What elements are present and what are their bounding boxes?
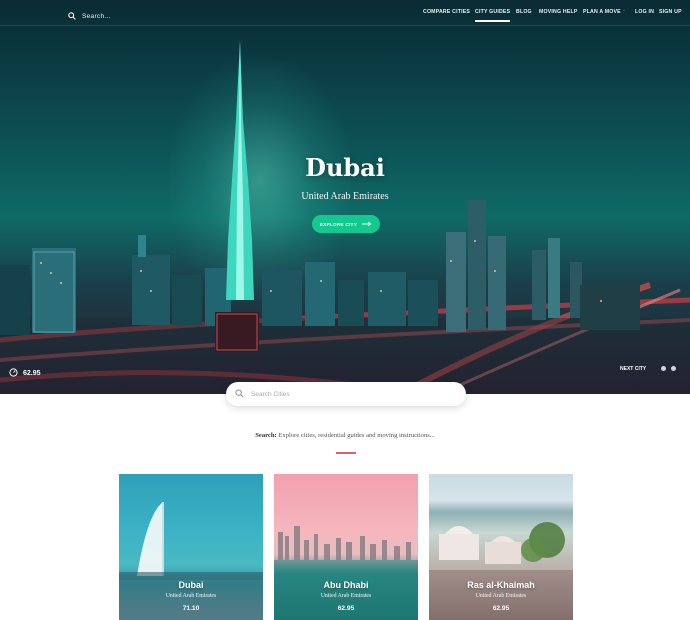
nav-compare-cities[interactable]: COMPARE CITIES xyxy=(423,9,470,15)
search-help-prefix: Search: xyxy=(255,432,277,439)
nav-search-label[interactable]: Search... xyxy=(82,13,111,20)
top-nav: Search... COMPARE CITIES CITY GUIDES BLO… xyxy=(0,0,690,26)
gauge-icon xyxy=(9,364,18,382)
city-card-dubai[interactable]: Dubai United Arab Emirates 71.10 xyxy=(119,474,263,620)
search-help-body: Explore cities, residential guides and m… xyxy=(278,432,435,439)
next-city-link[interactable]: NEXT CITY xyxy=(620,366,646,372)
nav-blog[interactable]: BLOG xyxy=(516,9,532,15)
nav-moving-help[interactable]: MOVING HELP xyxy=(539,9,578,15)
arrow-right-icon xyxy=(362,221,372,228)
dot-icon[interactable] xyxy=(671,366,676,371)
section-divider xyxy=(336,452,356,454)
card-score: 71.10 xyxy=(182,605,200,612)
search-icon xyxy=(235,385,244,403)
card-country: United Arab Emirates xyxy=(475,593,527,599)
hero-city-title: Dubai xyxy=(305,153,385,182)
city-card-ras-al-khaimah[interactable]: Ras al-Khaimah United Arab Emirates 62.9… xyxy=(429,474,573,620)
nav-login[interactable]: LOG IN xyxy=(635,9,654,15)
hero-country: United Arab Emirates xyxy=(301,191,389,202)
next-city-dots[interactable] xyxy=(661,366,676,371)
card-country: United Arab Emirates xyxy=(165,593,217,599)
card-city-name: Dubai xyxy=(178,580,204,590)
explore-city-button[interactable]: EXPLORE CITY xyxy=(312,215,380,233)
city-search-bar xyxy=(226,382,466,406)
search-icon[interactable] xyxy=(68,7,76,25)
card-score: 62.95 xyxy=(492,605,510,612)
search-help-text: Search: Explore cities, residential guid… xyxy=(0,432,690,439)
city-card-abu-dhabi[interactable]: Abu Dhabi United Arab Emirates 62.95 xyxy=(274,474,418,620)
nav-signup[interactable]: SIGN UP xyxy=(659,9,682,15)
city-search-input[interactable] xyxy=(251,390,441,398)
card-score: 62.95 xyxy=(337,605,355,612)
card-city-name: Abu Dhabi xyxy=(323,580,369,590)
card-city-name: Ras al-Khaimah xyxy=(467,580,535,590)
nav-search[interactable]: Search... xyxy=(68,7,111,25)
hero-score: 62.95 xyxy=(23,369,41,377)
explore-city-label: EXPLORE CITY xyxy=(319,221,358,227)
hero-score-badge: 62.95 xyxy=(9,364,41,382)
nav-plan-a-move[interactable]: PLAN A MOVE xyxy=(583,9,621,15)
nav-separator: · xyxy=(623,8,625,14)
nav-city-guides[interactable]: CITY GUIDES xyxy=(475,9,511,22)
card-country: United Arab Emirates xyxy=(320,593,372,599)
hero-banner: Search... COMPARE CITIES CITY GUIDES BLO… xyxy=(0,0,690,394)
dot-icon[interactable] xyxy=(661,366,666,371)
